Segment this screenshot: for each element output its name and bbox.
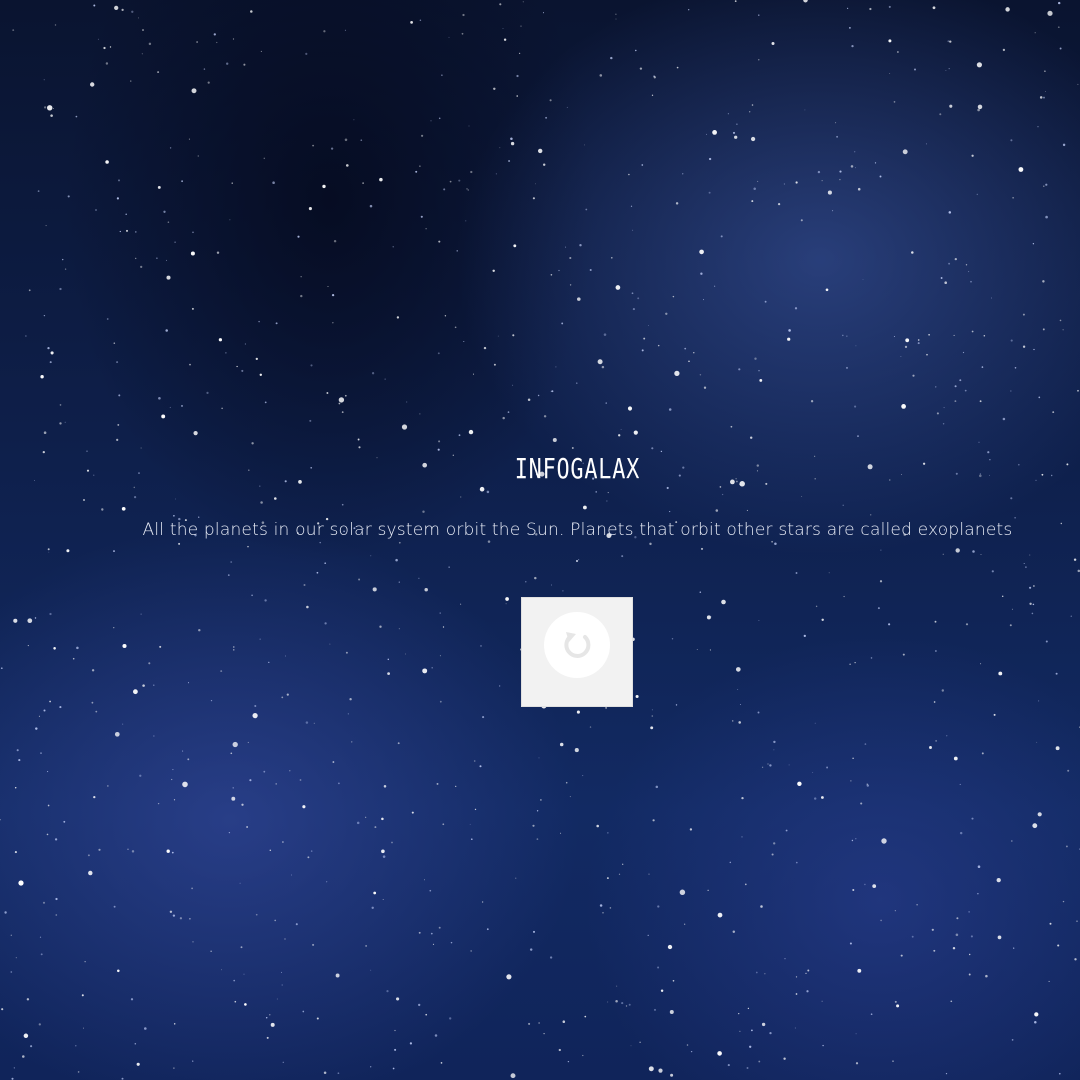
page-content: INFOGALAX All the planets in our solar s…: [0, 0, 1080, 1080]
refresh-icon: [564, 632, 591, 658]
refresh-button[interactable]: [521, 597, 633, 707]
refresh-circle: [544, 612, 610, 678]
tagline-text: All the planets in our solar system orbi…: [142, 520, 1013, 540]
page-title: INFOGALAX: [514, 452, 641, 485]
decorative-dot: [576, 560, 578, 562]
